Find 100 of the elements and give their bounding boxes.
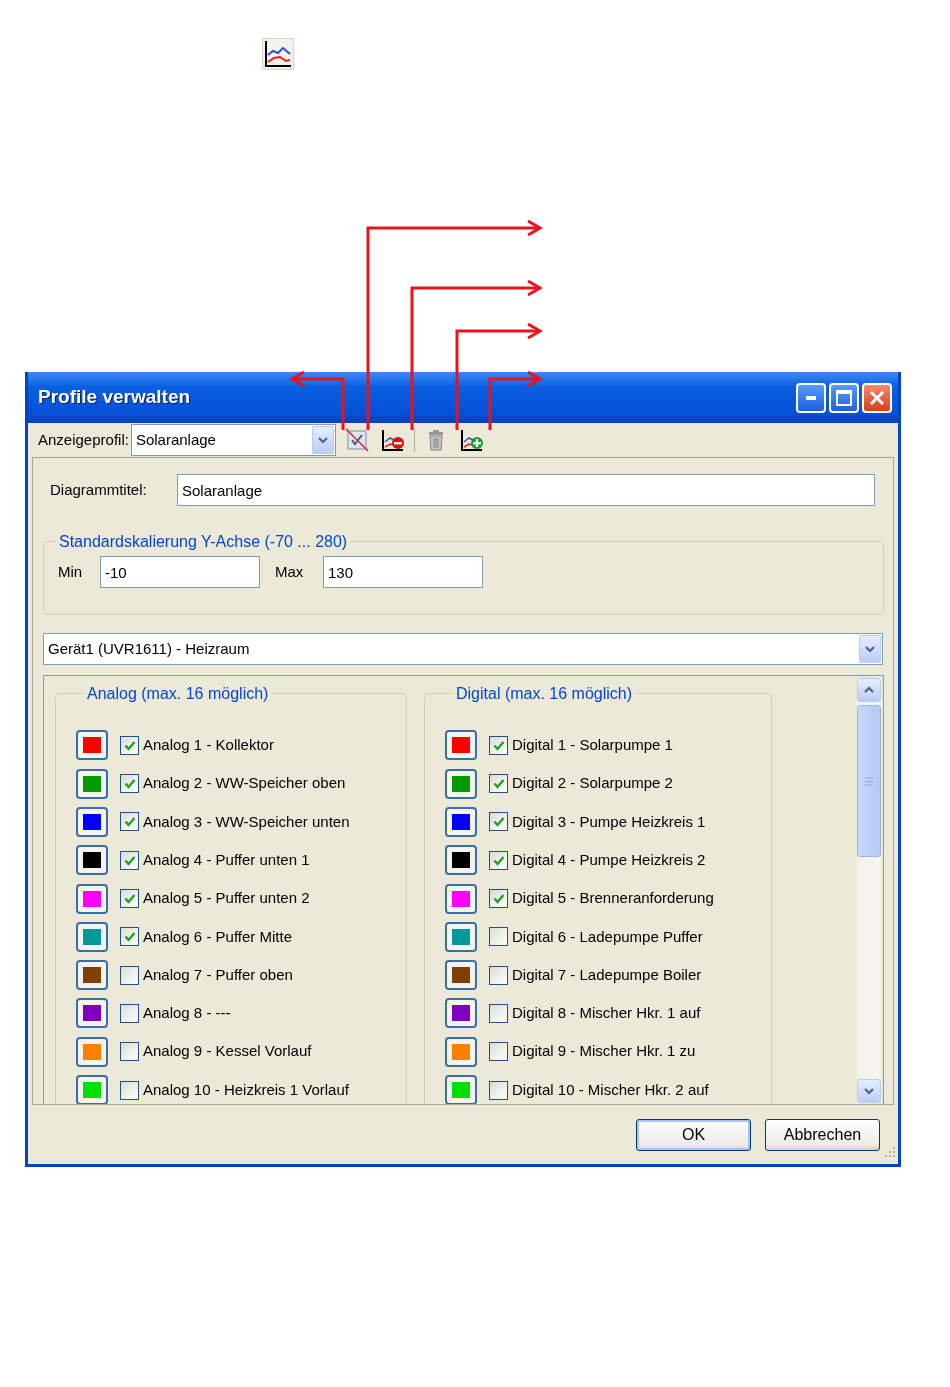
color-button[interactable] xyxy=(445,921,477,952)
color-button[interactable] xyxy=(76,1075,108,1104)
color-button[interactable] xyxy=(76,1036,108,1067)
checkbox[interactable] xyxy=(120,1042,139,1062)
checkbox[interactable] xyxy=(489,1003,508,1023)
checkbox[interactable] xyxy=(120,1003,139,1023)
group-title: Analog (max. 16 möglich) xyxy=(86,684,270,704)
diagram-title-label: Diagrammtitel: xyxy=(50,479,148,500)
color-button[interactable] xyxy=(445,1036,477,1067)
close-button[interactable] xyxy=(862,382,892,413)
checkbox[interactable] xyxy=(489,850,508,870)
color-button[interactable] xyxy=(445,998,477,1029)
checkbox[interactable] xyxy=(120,1080,139,1100)
channel-label: Analog 10 - Heizkreis 1 Vorlauf xyxy=(143,1079,349,1100)
maximize-button[interactable] xyxy=(829,382,859,413)
resize-grip-icon xyxy=(884,1146,896,1158)
checkbox[interactable] xyxy=(489,965,508,985)
ok-button[interactable]: OK xyxy=(636,1118,751,1151)
profile-label: Anzeigeprofil: xyxy=(38,429,129,450)
color-button[interactable] xyxy=(76,998,108,1029)
channel-label: Digital 7 - Ladepumpe Boiler xyxy=(512,964,702,985)
chart-minus-icon xyxy=(380,428,405,452)
checkbox[interactable] xyxy=(489,1042,508,1062)
color-button[interactable] xyxy=(76,960,108,991)
checkmark-icon xyxy=(123,854,136,866)
max-label: Max xyxy=(274,561,305,582)
cancel-button[interactable]: Abbrechen xyxy=(765,1118,880,1151)
checkbox[interactable] xyxy=(120,850,139,870)
channel-label: Digital 1 - Solarpumpe 1 xyxy=(512,735,673,756)
checkbox[interactable] xyxy=(489,927,508,947)
profile-dropdown[interactable]: Solaranlage xyxy=(130,424,336,456)
remove-chart-button[interactable] xyxy=(379,427,406,453)
channel-label: Analog 2 - WW-Speicher oben xyxy=(143,773,346,794)
channel-label: Digital 3 - Pumpe Heizkreis 1 xyxy=(512,811,706,832)
group-title: Digital (max. 16 möglich) xyxy=(455,684,634,704)
scrollbar-thumb[interactable] xyxy=(857,705,881,857)
scroll-down-button[interactable] xyxy=(857,1079,881,1103)
channel-label: Analog 1 - Kollektor xyxy=(143,735,274,756)
color-button[interactable] xyxy=(76,921,108,952)
max-field[interactable]: 130 xyxy=(323,556,483,589)
checkbox[interactable] xyxy=(489,812,508,832)
checkbox[interactable] xyxy=(120,965,139,985)
uncheck-all-button[interactable] xyxy=(343,427,370,453)
checkmark-icon xyxy=(123,931,136,943)
minimize-button[interactable] xyxy=(796,382,826,413)
checkbox[interactable] xyxy=(489,774,508,794)
checkmark-icon xyxy=(123,778,136,790)
channel-label: Digital 10 - Mischer Hkr. 2 auf xyxy=(512,1079,709,1100)
min-label: Min xyxy=(57,561,84,582)
color-button[interactable] xyxy=(445,960,477,991)
checkmark-icon xyxy=(492,854,505,866)
crossed-checkbox-icon xyxy=(344,428,369,452)
checkmark-icon xyxy=(492,893,505,904)
grip-icon xyxy=(864,776,874,786)
channel-label: Analog 8 - --- xyxy=(143,1003,231,1024)
scroll-up-button[interactable] xyxy=(857,678,881,702)
channel-label: Analog 4 - Puffer unten 1 xyxy=(143,849,310,870)
color-button[interactable] xyxy=(76,845,108,876)
checkmark-icon xyxy=(492,778,505,790)
channel-label: Analog 3 - WW-Speicher unten xyxy=(143,811,350,832)
color-button[interactable] xyxy=(76,883,108,914)
channel-label: Digital 6 - Ladepumpe Puffer xyxy=(512,926,703,947)
channel-label: Digital 5 - Brenneranforderung xyxy=(512,888,714,909)
checkbox[interactable] xyxy=(120,735,139,755)
channel-label: Digital 8 - Mischer Hkr. 1 auf xyxy=(512,1003,701,1024)
color-button[interactable] xyxy=(445,806,477,837)
channel-label: Analog 6 - Puffer Mitte xyxy=(143,926,292,947)
checkbox[interactable] xyxy=(489,1080,508,1100)
channel-label: Analog 7 - Puffer oben xyxy=(143,964,293,985)
device-dropdown[interactable]: Gerät1 (UVR1611) - Heizraum xyxy=(43,633,883,665)
checkbox[interactable] xyxy=(489,889,508,908)
channel-label: Digital 4 - Pumpe Heizkreis 2 xyxy=(512,849,706,870)
add-chart-button[interactable] xyxy=(458,427,485,453)
channel-label: Digital 2 - Solarpumpe 2 xyxy=(512,773,673,794)
min-field[interactable]: -10 xyxy=(100,556,260,589)
checkbox[interactable] xyxy=(120,927,139,947)
checkmark-icon xyxy=(492,739,505,751)
channel-label: Analog 5 - Puffer unten 2 xyxy=(143,888,310,909)
group-title: Standardskalierung Y-Achse (-70 ... 280) xyxy=(58,532,349,552)
diagram-title-field[interactable]: Solaranlage xyxy=(177,474,875,506)
color-button[interactable] xyxy=(445,883,477,914)
checkmark-icon xyxy=(123,739,136,751)
color-button[interactable] xyxy=(445,730,477,761)
color-button[interactable] xyxy=(445,1075,477,1104)
checkmark-icon xyxy=(492,816,505,828)
chart-plus-icon xyxy=(459,428,484,452)
color-button[interactable] xyxy=(445,845,477,876)
maximize-icon xyxy=(836,389,852,406)
channel-label: Analog 9 - Kessel Vorlauf xyxy=(143,1041,312,1062)
line-chart-icon xyxy=(262,38,294,70)
color-button[interactable] xyxy=(76,730,108,761)
checkmark-icon xyxy=(123,816,136,828)
checkbox[interactable] xyxy=(489,735,508,755)
checkbox[interactable] xyxy=(120,889,139,908)
checkbox[interactable] xyxy=(120,774,139,794)
color-button[interactable] xyxy=(445,768,477,799)
color-button[interactable] xyxy=(76,806,108,837)
checkmark-icon xyxy=(123,893,136,904)
checkbox[interactable] xyxy=(120,812,139,832)
color-button[interactable] xyxy=(76,768,108,799)
